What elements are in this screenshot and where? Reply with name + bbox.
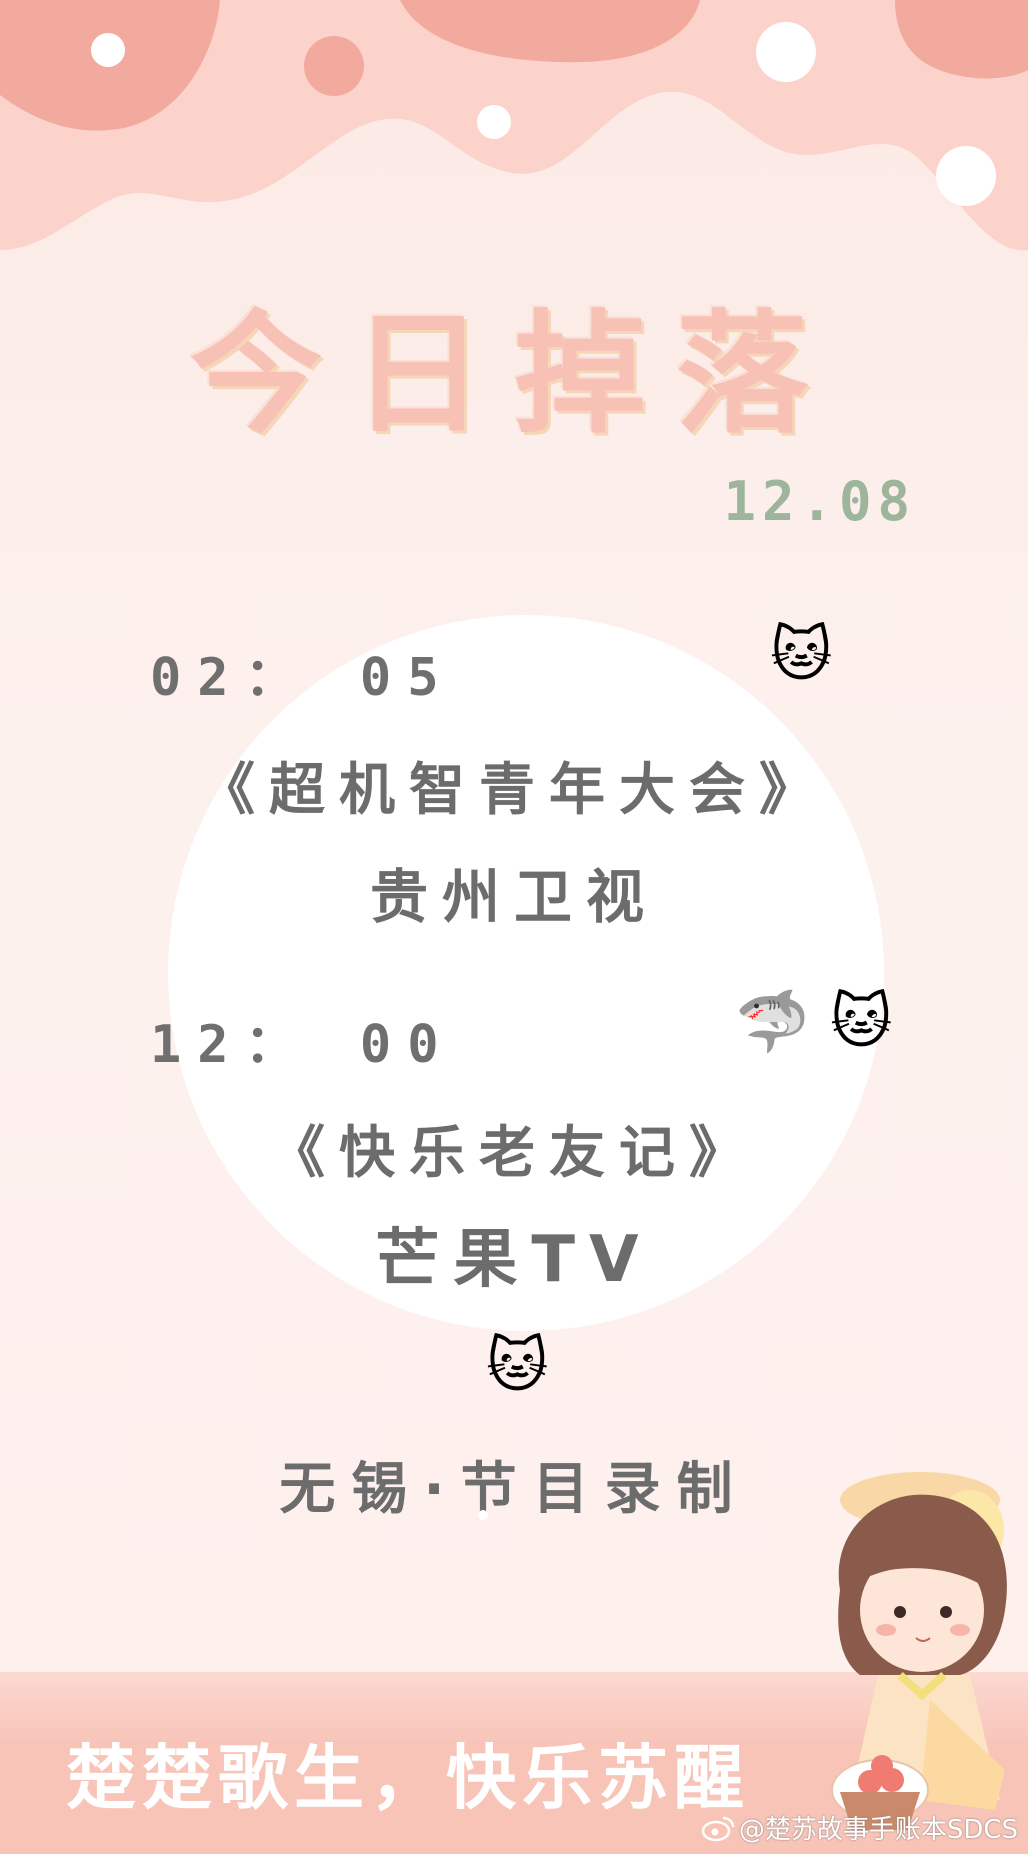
shark-icon: 🦈 [735,987,810,1057]
slogan: 楚楚歌生，快乐苏醒 [66,1737,750,1819]
watermark-text: @楚苏故事手账本SDCS [738,1815,1018,1845]
decorative-dot [478,1510,488,1520]
poster: 今日掉落 12.08 02： 05 🐱 《超机智青年大会》 贵州卫视 12： 0… [0,0,1028,1854]
schedule-channel-1: 贵州卫视 [369,863,658,931]
girl-illustration [831,1472,1007,1830]
schedule-time-2: 12： 00 [150,1015,455,1075]
schedule-channel-2: 芒果TV [375,1223,653,1297]
page-title: 今日掉落 [190,298,838,452]
schedule-time-1: 02： 05 [150,648,455,708]
date-label: 12.08 [723,470,916,533]
cat-face-icon: 🐱 [770,620,833,690]
watermark: @楚苏故事手账本SDCS [701,1809,1018,1846]
schedule-show-1: 《超机智青年大会》 [199,758,829,823]
top-cloud-decoration [0,0,1028,251]
schedule-show-2: 《快乐老友记》 [269,1121,759,1186]
cat-face-icon: 🐱 [830,987,893,1057]
weibo-icon [701,1816,735,1841]
cat-face-icon: 🐱 [486,1331,549,1401]
